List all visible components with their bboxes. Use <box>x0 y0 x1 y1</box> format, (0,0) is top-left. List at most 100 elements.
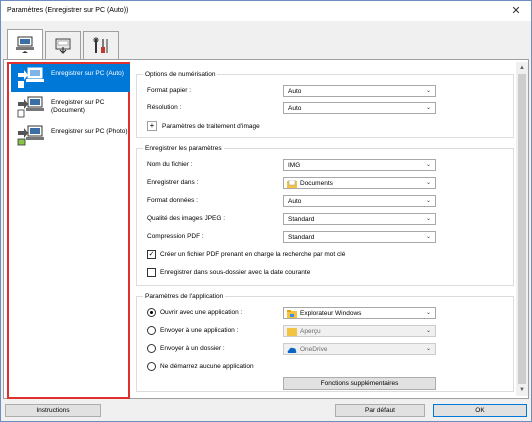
open-app-radio[interactable] <box>147 308 156 317</box>
open-app-label: Ouvrir avec une application : <box>160 309 243 316</box>
chevron-down-icon: ⌄ <box>425 328 431 334</box>
save-settings-group: Enregistrer les paramètres Nom du fichie… <box>136 145 514 286</box>
onedrive-icon <box>287 347 297 353</box>
save-settings-title: Enregistrer les paramètres <box>143 145 224 152</box>
jpeg-quality-value: Standard <box>288 216 315 223</box>
chevron-down-icon: ⌄ <box>425 234 431 240</box>
data-format-value: Auto <box>288 198 302 205</box>
send-folder-select[interactable]: OneDrive ⌄ <box>283 343 436 355</box>
resolution-value: Auto <box>288 105 302 112</box>
tab-scan-from-operation-panel[interactable] <box>45 31 81 59</box>
send-folder-radio[interactable] <box>147 344 156 353</box>
more-functions-button[interactable]: Fonctions supplémentaires <box>283 377 436 390</box>
jpeg-quality-label: Qualité des images JPEG : <box>147 215 226 222</box>
tab-general-settings[interactable] <box>83 31 119 59</box>
paper-size-select[interactable]: Auto ⌄ <box>283 85 436 97</box>
pdf-compression-row: Compression PDF : Standard ⌄ <box>147 231 507 243</box>
footer-bar: Instructions Par défaut OK <box>1 401 532 422</box>
subfolder-checkbox[interactable] <box>147 268 156 277</box>
vertical-scrollbar[interactable]: ▲ ▼ <box>516 62 528 396</box>
jpeg-quality-select[interactable]: Standard ⌄ <box>283 213 436 225</box>
close-icon[interactable]: ✕ <box>509 4 523 18</box>
keyword-pdf-checkbox[interactable]: ✓ <box>147 250 156 259</box>
chevron-down-icon: ⌄ <box>425 310 431 316</box>
windows-explorer-icon <box>287 310 297 318</box>
keyword-pdf-row: ✓ Créer un fichier PDF prenant en charge… <box>147 249 507 261</box>
file-name-value: IMG <box>288 162 301 169</box>
chevron-down-icon: ⌄ <box>425 88 431 94</box>
no-app-radio[interactable] <box>147 362 156 371</box>
scan-options-group: Options de numérisation Format papier : … <box>136 71 514 138</box>
no-app-label: Ne démarrez aucune application <box>160 363 254 370</box>
send-folder-value: OneDrive <box>300 346 328 353</box>
open-app-row: Ouvrir avec une application : Explorateu… <box>147 307 507 319</box>
subfolder-row: Enregistrer dans sous-dossier avec la da… <box>147 267 507 279</box>
resolution-label: Résolution : <box>147 104 182 111</box>
pdf-compression-select[interactable]: Standard ⌄ <box>283 231 436 243</box>
content-panel: Enregistrer sur PC (Auto) Enregistrer su… <box>3 59 529 399</box>
send-app-row: Envoyer à une application : Aperçu ⌄ <box>147 325 507 337</box>
no-app-row: Ne démarrez aucune application <box>147 361 507 373</box>
scan-mode-sidebar: Enregistrer sur PC (Auto) Enregistrer su… <box>7 62 130 399</box>
save-to-pc-document-icon <box>17 96 44 118</box>
open-app-select[interactable]: Explorateur Windows ⌄ <box>283 307 436 319</box>
paper-size-value: Auto <box>288 88 302 95</box>
sidebar-item-label: Enregistrer sur PC (Photo) <box>51 128 128 135</box>
scroll-down-icon[interactable]: ▼ <box>516 384 528 396</box>
paper-size-row: Format papier : Auto ⌄ <box>147 85 507 97</box>
sidebar-item-label: Enregistrer sur PC (Document) <box>51 99 105 114</box>
app-settings-title: Paramètres de l'application <box>143 293 226 300</box>
scan-from-computer-icon <box>16 36 34 53</box>
save-to-pc-auto-icon <box>18 67 44 88</box>
scrollbar-thumb[interactable] <box>518 74 526 384</box>
settings-window: Paramètres (Enregistrer sur PC (Auto)) ✕ <box>0 0 532 422</box>
resolution-row: Résolution : Auto ⌄ <box>147 102 507 114</box>
sidebar-item-save-to-pc-document[interactable]: Enregistrer sur PC (Document) <box>11 93 130 121</box>
save-to-pc-photo-icon <box>17 125 44 146</box>
send-app-select[interactable]: Aperçu ⌄ <box>283 325 436 337</box>
sidebar-item-label: Enregistrer sur PC (Auto) <box>51 70 124 77</box>
subfolder-label: Enregistrer dans sous-dossier avec la da… <box>160 269 311 276</box>
chevron-down-icon: ⌄ <box>425 105 431 111</box>
image-processing-label: Paramètres de traitement d'image <box>162 123 260 130</box>
data-format-label: Format données : <box>147 197 198 204</box>
sidebar-item-save-to-pc-photo[interactable]: Enregistrer sur PC (Photo) <box>11 122 130 150</box>
expand-icon[interactable]: + <box>147 121 157 131</box>
scroll-up-icon[interactable]: ▲ <box>516 62 528 74</box>
send-app-value: Aperçu <box>300 328 321 335</box>
general-settings-tools-icon <box>93 37 108 53</box>
scan-from-operation-panel-icon <box>55 38 71 54</box>
defaults-button[interactable]: Par défaut <box>335 404 425 417</box>
jpeg-quality-row: Qualité des images JPEG : Standard ⌄ <box>147 213 507 225</box>
paper-size-label: Format papier : <box>147 87 192 94</box>
save-in-row: Enregistrer dans : Documents ⌄ <box>147 177 507 189</box>
chevron-down-icon: ⌄ <box>425 198 431 204</box>
save-in-value: Documents <box>300 180 333 187</box>
window-title: Paramètres (Enregistrer sur PC (Auto)) <box>7 7 129 14</box>
data-format-select[interactable]: Auto ⌄ <box>283 195 436 207</box>
scan-options-title: Options de numérisation <box>143 71 218 78</box>
send-folder-row: Envoyer à un dossier : OneDrive ⌄ <box>147 343 507 355</box>
send-app-radio[interactable] <box>147 326 156 335</box>
file-name-select[interactable]: IMG ⌄ <box>283 159 436 171</box>
instructions-button[interactable]: Instructions <box>5 404 101 417</box>
title-bar: Paramètres (Enregistrer sur PC (Auto)) ✕ <box>1 1 531 21</box>
pdf-compression-label: Compression PDF : <box>147 233 204 240</box>
chevron-down-icon: ⌄ <box>425 180 431 186</box>
ok-button[interactable]: OK <box>433 404 527 417</box>
sidebar-item-save-to-pc-auto[interactable]: Enregistrer sur PC (Auto) <box>11 64 130 92</box>
data-format-row: Format données : Auto ⌄ <box>147 195 507 207</box>
image-processing-row: + Paramètres de traitement d'image <box>147 121 507 133</box>
open-app-value: Explorateur Windows <box>300 310 362 317</box>
tab-scan-from-computer[interactable] <box>7 29 43 60</box>
file-name-label: Nom du fichier : <box>147 161 193 168</box>
documents-folder-icon <box>287 180 297 188</box>
resolution-select[interactable]: Auto ⌄ <box>283 102 436 114</box>
chevron-down-icon: ⌄ <box>425 216 431 222</box>
save-in-label: Enregistrer dans : <box>147 179 199 186</box>
keyword-pdf-label: Créer un fichier PDF prenant en charge l… <box>160 251 346 258</box>
file-name-row: Nom du fichier : IMG ⌄ <box>147 159 507 171</box>
send-app-label: Envoyer à une application : <box>160 327 239 334</box>
settings-main: Options de numérisation Format papier : … <box>136 62 514 392</box>
save-in-select[interactable]: Documents ⌄ <box>283 177 436 189</box>
